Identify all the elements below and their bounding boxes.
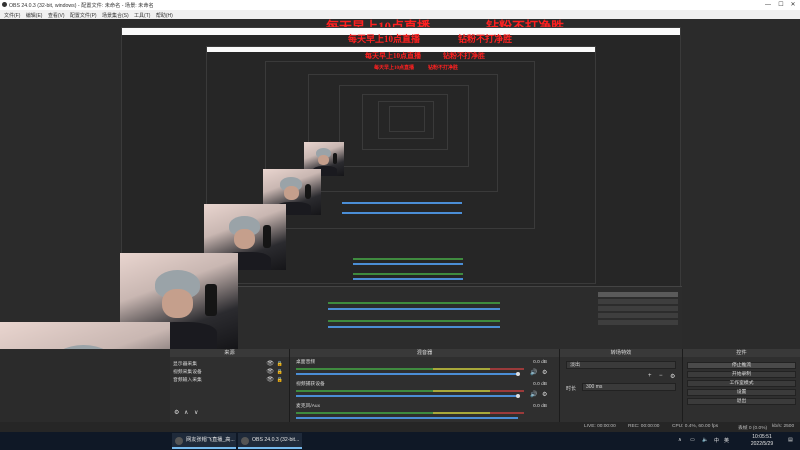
nested-capture-5 (339, 85, 469, 167)
live-timer: LIVE: 00:00:00 (584, 424, 616, 429)
mixer-channel-db: 0.0 dB (533, 382, 547, 387)
transition-settings-gear-icon[interactable]: ⚙ (670, 373, 675, 380)
notification-icon[interactable]: ▤ (788, 437, 793, 443)
speaker-icon[interactable]: 🔊 (530, 369, 537, 376)
add-transition-icon[interactable]: + (648, 373, 652, 379)
volume-slider[interactable] (296, 395, 518, 397)
studio-mode-button[interactable]: 工作室模式 (687, 380, 796, 387)
sources-panel: 来源 显示器采集 👁 🔒 视频采集设备 👁 🔒 音频输入采集 👁 🔒 ⚙ ∧ ∨ (170, 349, 290, 432)
menu-scene-collection[interactable]: 场景集合(S) (102, 12, 129, 19)
nested-capture-8 (389, 106, 425, 132)
audio-meter (296, 412, 524, 414)
ime-indicator[interactable]: 中 (714, 437, 719, 444)
menu-file[interactable]: 文件(F) (4, 12, 20, 19)
window-title: OBS 24.0.3 (32-bit, windows) - 配置文件: 未命名… (9, 3, 154, 9)
maximize-button[interactable]: ☐ (775, 1, 787, 9)
taskbar-item-browser[interactable]: 网友张帽飞直播_高... (172, 433, 236, 449)
windows-taskbar: 网友张帽飞直播_高... OBS 24.0.3 (32-bit... ∧ ▭ 🔈… (0, 432, 800, 450)
audio-meter (296, 390, 524, 392)
cpu-fps: CPU: 0.4%, 60.00 fps (672, 424, 719, 429)
lock-icon[interactable]: 🔒 (277, 377, 283, 384)
duration-input[interactable]: 300 ms (582, 383, 676, 391)
sources-title: 来源 (170, 349, 289, 357)
source-item[interactable]: 音频输入采集 👁 🔒 (173, 377, 286, 384)
mixer-channel-db: 0.0 dB (533, 404, 547, 409)
transition-type-select[interactable]: 淡出 (566, 361, 676, 369)
lock-icon[interactable]: 🔒 (277, 369, 283, 376)
visibility-eye-icon[interactable]: 👁 (266, 369, 274, 376)
obs-icon (241, 437, 249, 445)
bottom-dock: 来源 显示器采集 👁 🔒 视频采集设备 👁 🔒 音频输入采集 👁 🔒 ⚙ ∧ ∨… (0, 349, 800, 432)
clock-time[interactable]: 10:05:51 (742, 434, 782, 440)
source-label: 显示器采集 (173, 362, 197, 367)
exit-button[interactable]: 退出 (687, 398, 796, 405)
title-bar: OBS 24.0.3 (32-bit, windows) - 配置文件: 未命名… (0, 0, 800, 10)
bitrate: kb/s: 2500 (772, 424, 795, 429)
language-indicator[interactable]: 英 (724, 437, 729, 444)
taskbar-item-obs[interactable]: OBS 24.0.3 (32-bit... (238, 433, 302, 449)
menu-help[interactable]: 帮助(H) (156, 12, 173, 19)
nested-capture-6 (362, 94, 448, 150)
obs-logo-icon (2, 2, 7, 7)
visibility-eye-icon[interactable]: 👁 (266, 361, 274, 368)
audio-mixer-panel: 混音器 桌面音频 0.0 dB 🔊 ⚙ 视频捕获设备 0.0 dB 🔊 ⚙ 麦克… (290, 349, 560, 432)
network-icon[interactable]: ▭ (690, 437, 695, 443)
volume-knob[interactable] (516, 372, 520, 376)
close-button[interactable]: ✕ (787, 1, 799, 9)
status-bar: LIVE: 00:00:00 REC: 00:00:00 CPU: 0.4%, … (0, 422, 800, 432)
nested-overlay-slogan-3: 钻粉不打净胜 (428, 66, 459, 71)
system-tray: ∧ ▭ 🔈 中 英 10:05:51 2022/5/29 ▤ (670, 432, 800, 450)
menu-edit[interactable]: 编辑(E) (26, 12, 43, 19)
menu-tools[interactable]: 工具(T) (134, 12, 150, 19)
move-down-icon[interactable]: ∨ (194, 409, 198, 416)
minimize-button[interactable]: — (762, 1, 774, 9)
dropped-frames: 丢帧 0 (0.0%) (738, 426, 768, 431)
duration-label: 时长 (566, 386, 577, 392)
nested-overlay-schedule-3: 每天早上10点直播 (374, 66, 415, 71)
taskbar-item-label: 网友张帽飞直播_高... (186, 437, 235, 443)
mixer-channel-db: 0.0 dB (533, 360, 547, 365)
visibility-eye-icon[interactable]: 👁 (266, 377, 274, 384)
volume-slider[interactable] (296, 417, 518, 419)
volume-slider[interactable] (296, 373, 518, 375)
channel-settings-gear-icon[interactable]: ⚙ (542, 391, 547, 398)
source-label: 音频输入采集 (173, 378, 202, 383)
channel-settings-gear-icon[interactable]: ⚙ (542, 369, 547, 376)
nested-overlay-schedule-2: 每天早上10点直播 (365, 52, 421, 60)
transitions-panel: 转场特效 淡出 + − ⚙ 时长 300 ms (560, 349, 683, 432)
mixer-title: 混音器 (290, 349, 559, 357)
volume-icon[interactable]: 🔈 (702, 437, 708, 443)
clock-date[interactable]: 2022/5/29 (742, 441, 782, 447)
source-label: 视频采集设备 (173, 370, 202, 375)
volume-knob[interactable] (516, 394, 520, 398)
menu-view[interactable]: 查看(V) (48, 12, 65, 19)
transitions-title: 转场特效 (560, 349, 682, 357)
settings-gear-icon[interactable]: ⚙ (174, 409, 179, 416)
source-item[interactable]: 视频采集设备 👁 🔒 (173, 369, 286, 376)
settings-button[interactable]: 设置 (687, 389, 796, 396)
nested-overlay-slogan-2: 钻粉不打净胜 (443, 52, 485, 60)
controls-title: 控件 (683, 349, 800, 357)
stop-streaming-button[interactable]: 停止推流 (687, 362, 796, 369)
menu-profile[interactable]: 配置文件(P) (70, 12, 97, 19)
audio-meter (296, 368, 524, 370)
preview-canvas[interactable]: 每天早上10点直播 钻粉不打净胜 每天早上10点直播 钻粉不打净胜 每天早上10… (0, 19, 800, 450)
tray-chevron-icon[interactable]: ∧ (678, 437, 682, 443)
source-item[interactable]: 显示器采集 👁 🔒 (173, 361, 286, 368)
lock-icon[interactable]: 🔒 (277, 361, 283, 368)
app-icon (175, 437, 183, 445)
controls-panel: 控件 停止推流 开始录制 工作室模式 设置 退出 (683, 349, 800, 432)
taskbar-item-label: OBS 24.0.3 (32-bit... (252, 437, 300, 443)
nested-overlay-slogan: 钻粉不打净胜 (458, 34, 513, 44)
nested-overlay-schedule: 每天早上10点直播 (348, 34, 421, 44)
rec-timer: REC: 00:00:00 (628, 424, 660, 429)
start-recording-button[interactable]: 开始录制 (687, 371, 796, 378)
speaker-icon[interactable]: 🔊 (530, 391, 537, 398)
nested-capture-7 (378, 101, 434, 139)
move-up-icon[interactable]: ∧ (184, 409, 188, 416)
remove-transition-icon[interactable]: − (659, 373, 663, 379)
